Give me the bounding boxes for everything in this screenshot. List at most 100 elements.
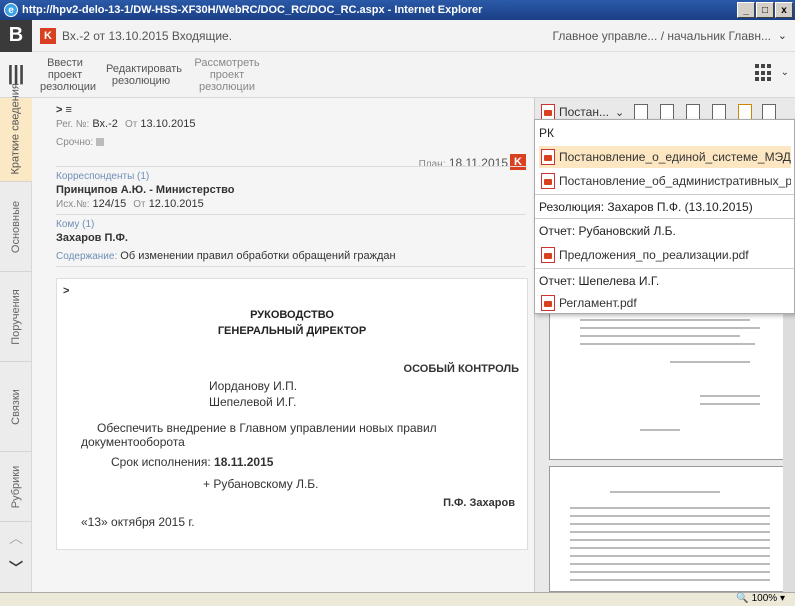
scroll-up-icon[interactable]: ︿ <box>0 528 32 548</box>
date-label: От <box>124 119 138 130</box>
to-value: Захаров П.Ф. <box>56 232 128 244</box>
app-header: B K Вх.-2 от 13.10.2015 Входящие. Главно… <box>0 19 795 52</box>
zoom-level[interactable]: 🔍 100% ▾ <box>736 593 785 604</box>
tab-summary[interactable]: Краткие сведения <box>0 83 32 182</box>
maximize-button[interactable]: □ <box>756 2 774 18</box>
content-label: Содержание: <box>56 251 118 262</box>
user-position[interactable]: Главное управле... / начальник Главн... <box>553 29 771 43</box>
reg-value: Вх.-2 <box>92 118 118 130</box>
urgent-checkbox[interactable] <box>96 138 105 147</box>
file-dropdown: РК Постановление_о_единой_системе_МЭДО.p… <box>534 119 795 314</box>
document-title: Вх.-2 от 13.10.2015 Входящие. <box>62 28 233 43</box>
dropdown-group-header: РК <box>539 126 554 140</box>
deadline-label: Срок исполнения: <box>111 455 211 469</box>
addressee-2: Шепелевой И.Г. <box>209 395 297 409</box>
window-title: http://hpv2-delo-13-1/DW-HSS-XF30H/WebRC… <box>22 4 483 16</box>
file-select[interactable]: Постан... <box>559 105 609 119</box>
dropdown-group-header: Резолюция: Захаров П.Ф. (13.10.2015) <box>539 200 753 214</box>
preview-page <box>549 466 785 592</box>
tab-rubrics[interactable]: Рубрики <box>0 452 32 522</box>
resolution-date: «13» октября 2015 г. <box>81 515 195 529</box>
zoom-icon: 🔍 <box>736 593 749 604</box>
tab-main[interactable]: Основные <box>0 182 32 272</box>
control-badge: K <box>510 154 526 170</box>
dropdown-group-header: Отчет: Рубановский Л.Б. <box>539 224 676 238</box>
signer: П.Ф. Захаров <box>443 497 515 509</box>
dropdown-file-item[interactable]: Постановление_о_единой_системе_МЭДО.pdf <box>539 146 791 168</box>
divider <box>535 218 794 219</box>
dropdown-file-item[interactable]: Постановление_об_административных_реглам <box>539 170 791 192</box>
attach-icon[interactable] <box>634 104 649 120</box>
plan-row: План: 18.11.2015 <box>419 156 508 170</box>
deadline-row: Срок исполнения: 18.11.2015 <box>111 455 273 469</box>
copy-file-icon[interactable] <box>712 104 727 120</box>
tab-assignments[interactable]: Поручения <box>0 272 32 362</box>
resolution-text-1: Обеспечить внедрение в Главном управлени… <box>97 421 437 435</box>
control-mark: ОСОБЫЙ КОНТРОЛЬ <box>403 363 519 375</box>
card-toggle[interactable]: > ≡ <box>56 104 72 116</box>
tab-links[interactable]: Связки <box>0 362 32 452</box>
divider <box>56 214 526 215</box>
out-date-label: От <box>133 199 146 210</box>
resolution-panel: > РУКОВОДСТВО ГЕНЕРАЛЬНЫЙ ДИРЕКТОР ОСОБЫ… <box>56 278 528 550</box>
urgent-label: Срочно: <box>56 137 94 148</box>
content-value: Об изменении правил обработки обращений … <box>120 250 396 262</box>
reg-row: Рег. №: Вх.-2 От 13.10.2015 <box>56 118 195 130</box>
resolution-text-2: документооборота <box>81 435 185 449</box>
document-preview <box>549 298 785 592</box>
dropdown-group-header: Отчет: Шепелева И.Г. <box>539 274 660 288</box>
window-controls: _ □ x <box>737 2 793 18</box>
plan-value: 18.11.2015 <box>448 156 508 170</box>
ie-logo-icon: e <box>4 3 18 17</box>
vertical-tabs: Краткие сведения Основные Поручения Связ… <box>0 83 32 592</box>
scroll-down-icon[interactable]: ﹀ <box>0 558 32 578</box>
chevron-down-icon[interactable]: ⌄ <box>615 106 624 119</box>
divider <box>56 166 526 167</box>
pdf-icon <box>541 149 555 165</box>
dropdown-file-item[interactable]: Предложения_по_реализации.pdf <box>539 244 791 266</box>
deadline-value: 18.11.2015 <box>214 455 274 469</box>
expand-icon[interactable]: > <box>63 285 69 297</box>
content-row: Содержание: Об изменении правил обработк… <box>56 250 396 262</box>
out-label: Исх.№: <box>56 199 90 210</box>
enter-resolution-button[interactable]: Ввести проект резолюции <box>32 57 98 93</box>
divider <box>535 268 794 269</box>
urgent-row: Срочно: <box>56 136 105 148</box>
print-icon[interactable] <box>762 104 777 120</box>
apps-grid-icon[interactable] <box>755 64 773 82</box>
preview-page <box>549 298 785 460</box>
minimize-button[interactable]: _ <box>737 2 755 18</box>
resolution-heading: РУКОВОДСТВО <box>250 309 334 321</box>
pdf-icon <box>541 247 555 263</box>
divider <box>535 194 794 195</box>
main-toolbar: ||| Ввести проект резолюции Редактироват… <box>0 52 795 98</box>
browser-titlebar: e http://hpv2-delo-13-1/DW-HSS-XF30H/Web… <box>0 0 795 20</box>
out-date-value: 12.10.2015 <box>148 198 204 210</box>
corr-value: Принципов А.Ю. - Министерство <box>56 184 235 196</box>
edit-resolution-button[interactable]: Редактировать резолюцию <box>98 63 184 87</box>
plan-label: План: <box>418 159 446 170</box>
pdf-icon <box>541 104 555 120</box>
delete-file-icon[interactable] <box>660 104 675 120</box>
divider <box>56 266 526 267</box>
resolution-subheading: ГЕНЕРАЛЬНЫЙ ДИРЕКТОР <box>217 325 367 337</box>
control-badge: K <box>40 27 56 44</box>
chevron-down-icon[interactable]: ⌄ <box>778 29 787 42</box>
pdf-icon <box>541 295 555 311</box>
dropdown-file-item[interactable]: Регламент.pdf <box>539 292 791 314</box>
review-resolution-button[interactable]: Рассмотреть проект резолюции <box>184 57 270 93</box>
status-bar: 🔍 100% ▾ <box>0 592 795 606</box>
pdf-icon <box>541 173 555 189</box>
app-logo[interactable]: B <box>0 19 32 52</box>
sign-file-icon[interactable] <box>738 104 753 120</box>
close-button[interactable]: x <box>775 2 793 18</box>
to-label: Кому (1) <box>56 219 95 230</box>
out-row: Исх.№: 124/15 От 12.10.2015 <box>56 198 204 210</box>
chevron-down-icon[interactable]: ⌄ <box>781 67 789 78</box>
copy-to: + Рубановскому Л.Б. <box>203 477 319 491</box>
edit-file-icon[interactable] <box>686 104 701 120</box>
date-value: 13.10.2015 <box>140 118 196 130</box>
card-pane: > ≡ Рег. №: Вх.-2 От 13.10.2015 Срочно: … <box>32 98 534 592</box>
out-value: 124/15 <box>92 198 127 210</box>
corr-label: Корреспонденты (1) <box>56 171 150 182</box>
